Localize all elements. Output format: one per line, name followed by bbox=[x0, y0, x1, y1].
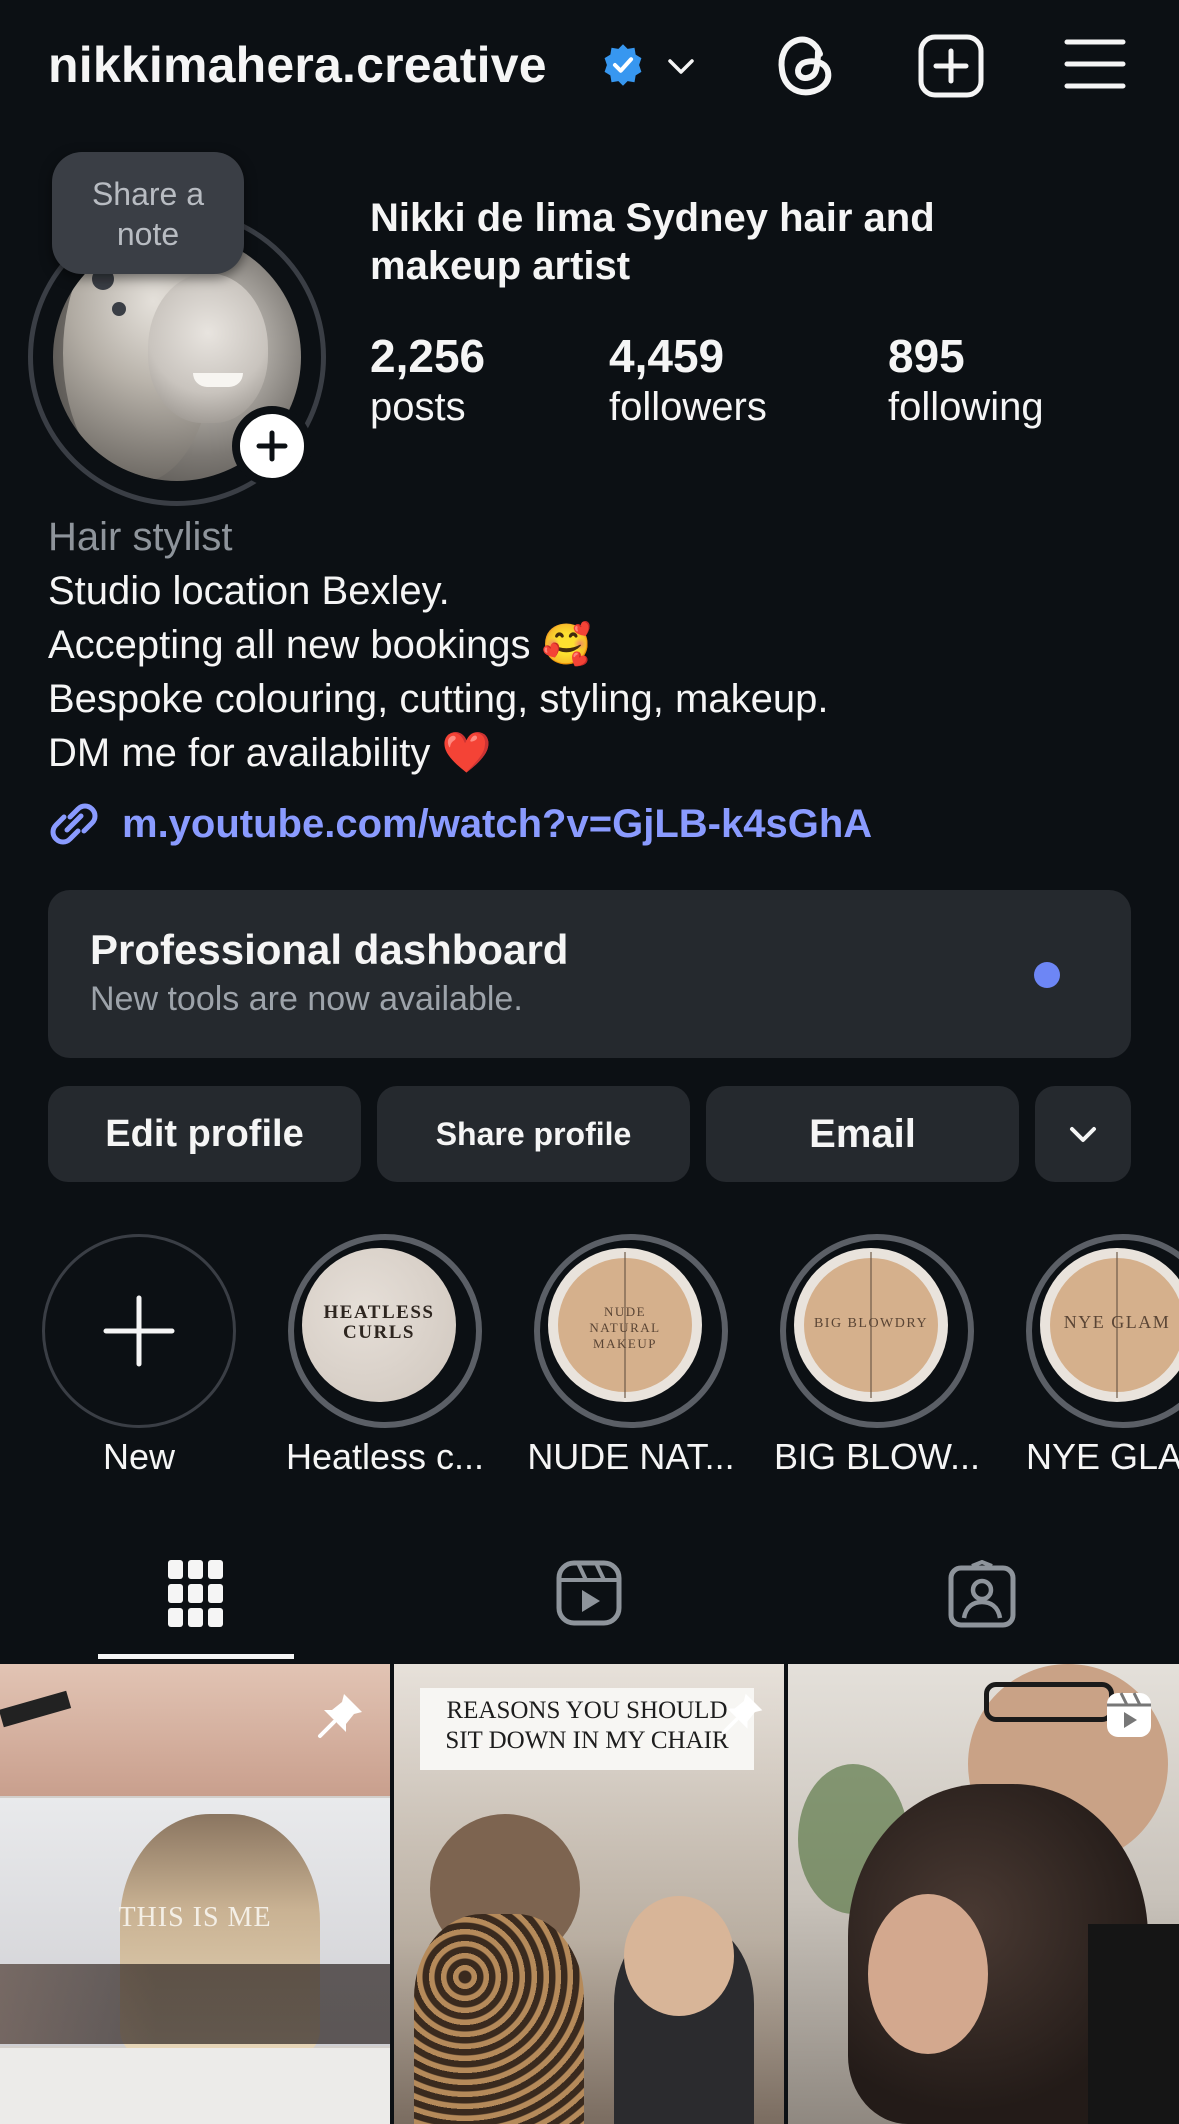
tagged-icon bbox=[948, 1560, 1016, 1628]
dashboard-title: Professional dashboard bbox=[90, 926, 569, 973]
top-bar: nikkimahera.creative bbox=[0, 0, 1179, 130]
bio-link-text[interactable]: m.youtube.com/watch?v=GjLB-k4sGhA bbox=[122, 802, 872, 847]
share-note-bubble[interactable]: Share a note bbox=[52, 152, 244, 274]
stat-label: posts bbox=[370, 385, 466, 429]
stat-following[interactable]: 895 following bbox=[888, 330, 1044, 432]
highlight-cover: NUDE NATURAL MAKEUP bbox=[548, 1248, 702, 1402]
stat-value: 4,459 bbox=[609, 330, 725, 382]
highlight-cover: BIG BLOWDRY bbox=[794, 1248, 948, 1402]
reels-icon bbox=[1107, 1692, 1151, 1737]
highlight-label: New bbox=[102, 1436, 176, 1477]
pin-icon bbox=[721, 1693, 763, 1735]
post-overlay-text: REASONS YOU SHOULD SIT DOWN IN MY CHAIR bbox=[445, 1697, 729, 1754]
stat-followers[interactable]: 4,459 followers bbox=[609, 330, 767, 432]
highlight-cover-text: HEATLESS CURLS bbox=[323, 1302, 435, 1343]
professional-dashboard[interactable]: Professional dashboard New tools are now… bbox=[48, 890, 1131, 1058]
tab-reels[interactable] bbox=[490, 1540, 686, 1660]
bio: Hair stylist Studio location Bexley. Acc… bbox=[48, 510, 1148, 780]
post-tile[interactable] bbox=[788, 1664, 1179, 2124]
highlight-label: BIG BLOW... bbox=[773, 1436, 981, 1477]
note-bubble-tail bbox=[112, 302, 126, 316]
highlight-label: Heatless c... bbox=[285, 1436, 485, 1477]
notification-dot bbox=[1034, 962, 1060, 988]
tab-grid[interactable] bbox=[98, 1540, 294, 1660]
bio-line: Studio location Bexley. bbox=[48, 569, 450, 613]
stat-label: following bbox=[888, 385, 1044, 429]
highlight-cover-text: NUDE NATURAL MAKEUP bbox=[589, 1304, 661, 1351]
create-post-icon[interactable] bbox=[917, 33, 985, 99]
full-name: Nikki de lima Sydney hair and makeup art… bbox=[370, 196, 935, 288]
add-story-button[interactable] bbox=[232, 406, 312, 486]
link-icon bbox=[50, 803, 98, 845]
chevron-down-icon bbox=[1070, 1127, 1096, 1142]
highlight-cover-text: BIG BLOWDRY bbox=[813, 1316, 929, 1331]
highlight-cover: HEATLESS CURLS bbox=[302, 1248, 456, 1402]
stat-posts[interactable]: 2,256 posts bbox=[370, 330, 485, 432]
stat-label: followers bbox=[609, 385, 767, 429]
stat-value: 895 bbox=[888, 330, 965, 382]
dashboard-subtitle: New tools are now available. bbox=[90, 980, 523, 1018]
edit-profile-button[interactable]: Edit profile bbox=[48, 1086, 361, 1182]
active-tab-indicator bbox=[98, 1654, 294, 1659]
plus-icon bbox=[103, 1295, 175, 1367]
reels-icon bbox=[556, 1560, 622, 1626]
more-actions-button[interactable] bbox=[1035, 1086, 1131, 1182]
grid-icon bbox=[168, 1560, 223, 1627]
pin-icon bbox=[318, 1694, 362, 1738]
username[interactable]: nikkimahera.creative bbox=[48, 36, 547, 94]
bio-link[interactable]: m.youtube.com/watch?v=GjLB-k4sGhA bbox=[48, 796, 872, 852]
highlight-label: NYE GLA bbox=[1026, 1436, 1179, 1477]
bio-line: Bespoke colouring, cutting, styling, mak… bbox=[48, 677, 829, 721]
bio-line: DM me for availability ❤️ bbox=[48, 731, 492, 775]
note-placeholder: Share a note bbox=[91, 176, 205, 252]
chevron-down-icon[interactable] bbox=[665, 50, 697, 82]
bio-line: Accepting all new bookings 🥰 bbox=[48, 623, 592, 667]
post-overlay-text: THIS IS ME bbox=[118, 1902, 272, 1933]
profile-category: Hair stylist bbox=[48, 515, 233, 559]
email-button[interactable]: Email bbox=[706, 1086, 1019, 1182]
stat-value: 2,256 bbox=[370, 330, 486, 382]
highlight-label: NUDE NAT... bbox=[527, 1436, 735, 1477]
plus-icon bbox=[256, 430, 288, 462]
verified-badge-icon bbox=[604, 44, 642, 86]
highlight-cover-text: NYE GLAM bbox=[1063, 1312, 1171, 1332]
threads-icon[interactable] bbox=[772, 30, 840, 100]
share-profile-button[interactable]: Share profile bbox=[377, 1086, 690, 1182]
tab-tagged[interactable] bbox=[884, 1540, 1080, 1660]
post-tile[interactable]: THIS IS ME bbox=[0, 1664, 390, 2124]
post-tile[interactable]: REASONS YOU SHOULD SIT DOWN IN MY CHAIR bbox=[394, 1664, 784, 2124]
hamburger-menu-icon[interactable] bbox=[1063, 36, 1127, 92]
